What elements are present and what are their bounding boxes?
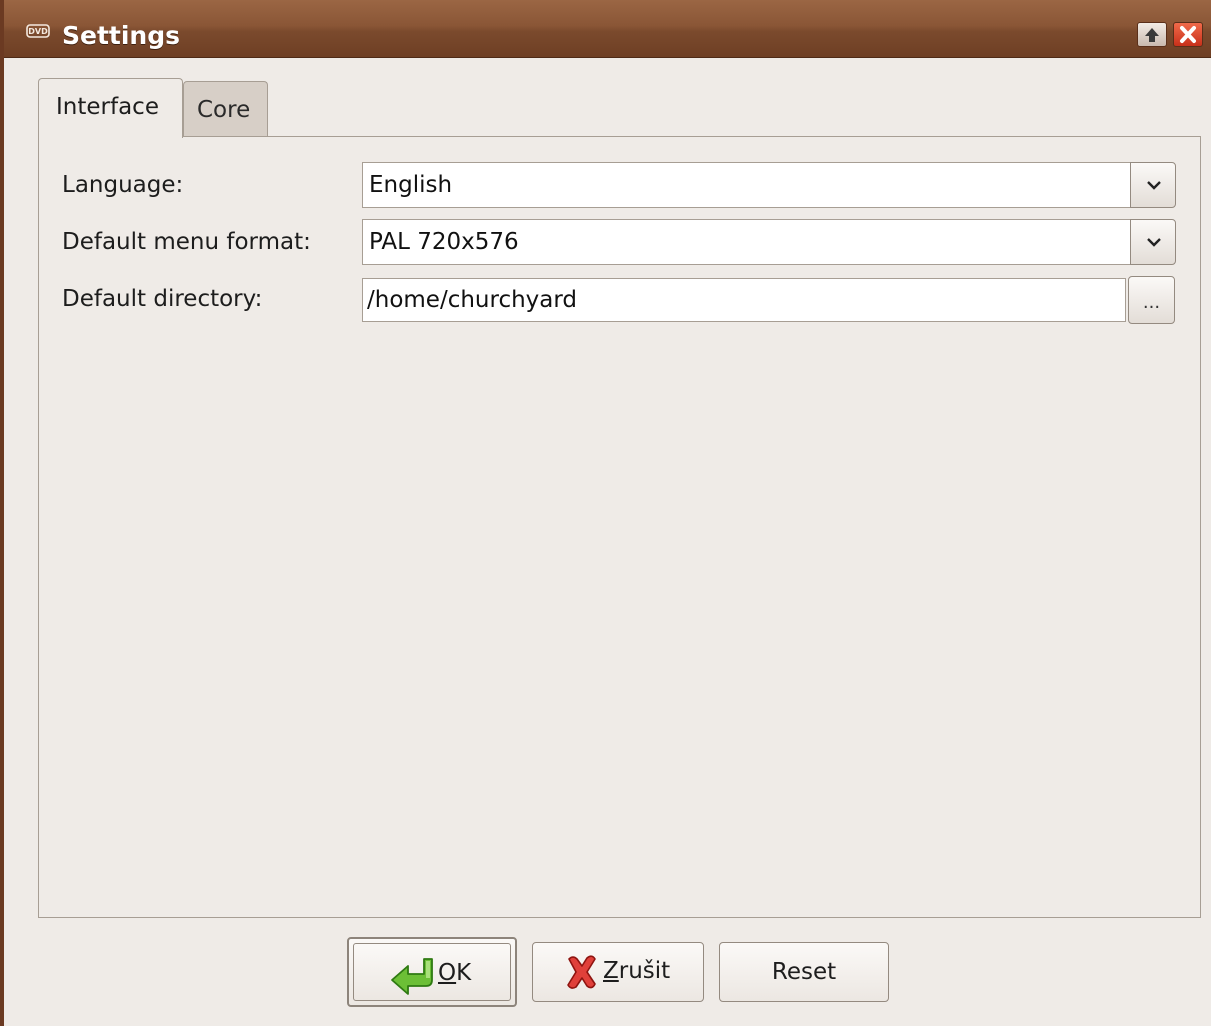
browse-button[interactable]: ... [1128,276,1175,324]
close-button[interactable] [1173,22,1203,47]
ok-button[interactable]: OK [347,937,517,1007]
red-x-icon [567,955,596,989]
maximize-arrow-icon [1145,28,1159,42]
close-x-icon [1180,26,1196,43]
chevron-down-icon [1147,238,1161,247]
reset-button[interactable]: Reset [719,942,889,1002]
ok-label: OK [438,960,471,986]
cancel-label: Zrušit [603,958,670,984]
cancel-label-rest: rušit [618,958,671,984]
settings-window: DVD Settings Interface Core Language: En… [0,0,1211,1026]
tab-core-label: Core [197,97,251,123]
directory-input[interactable]: /home/churchyard [362,278,1126,322]
tab-core[interactable]: Core [183,81,268,136]
svg-text:DVD: DVD [28,27,48,36]
ok-mnemonic: O [438,960,457,986]
menu-format-label: Default menu format: [62,229,311,255]
ok-button-face: OK [353,943,511,1001]
language-value[interactable]: English [362,162,1130,208]
directory-label: Default directory: [62,286,263,312]
chevron-down-icon [1147,181,1161,190]
language-combobox[interactable]: English [362,162,1176,208]
maximize-button[interactable] [1137,22,1167,47]
menu-format-value[interactable]: PAL 720x576 [362,219,1130,265]
tab-interface-label: Interface [56,94,159,120]
language-dropdown-button[interactable] [1130,162,1176,208]
cancel-mnemonic: Z [603,958,619,984]
dvd-icon: DVD [26,24,50,38]
language-label: Language: [62,172,184,198]
title-bar[interactable]: DVD Settings [4,0,1211,58]
tab-interface[interactable]: Interface [38,78,183,138]
cancel-button[interactable]: Zrušit [532,942,704,1002]
menu-format-combobox[interactable]: PAL 720x576 [362,219,1176,265]
ok-label-rest: K [456,960,472,986]
menu-format-dropdown-button[interactable] [1130,219,1176,265]
window-title: Settings [62,21,181,50]
green-enter-arrow-icon [391,958,433,995]
